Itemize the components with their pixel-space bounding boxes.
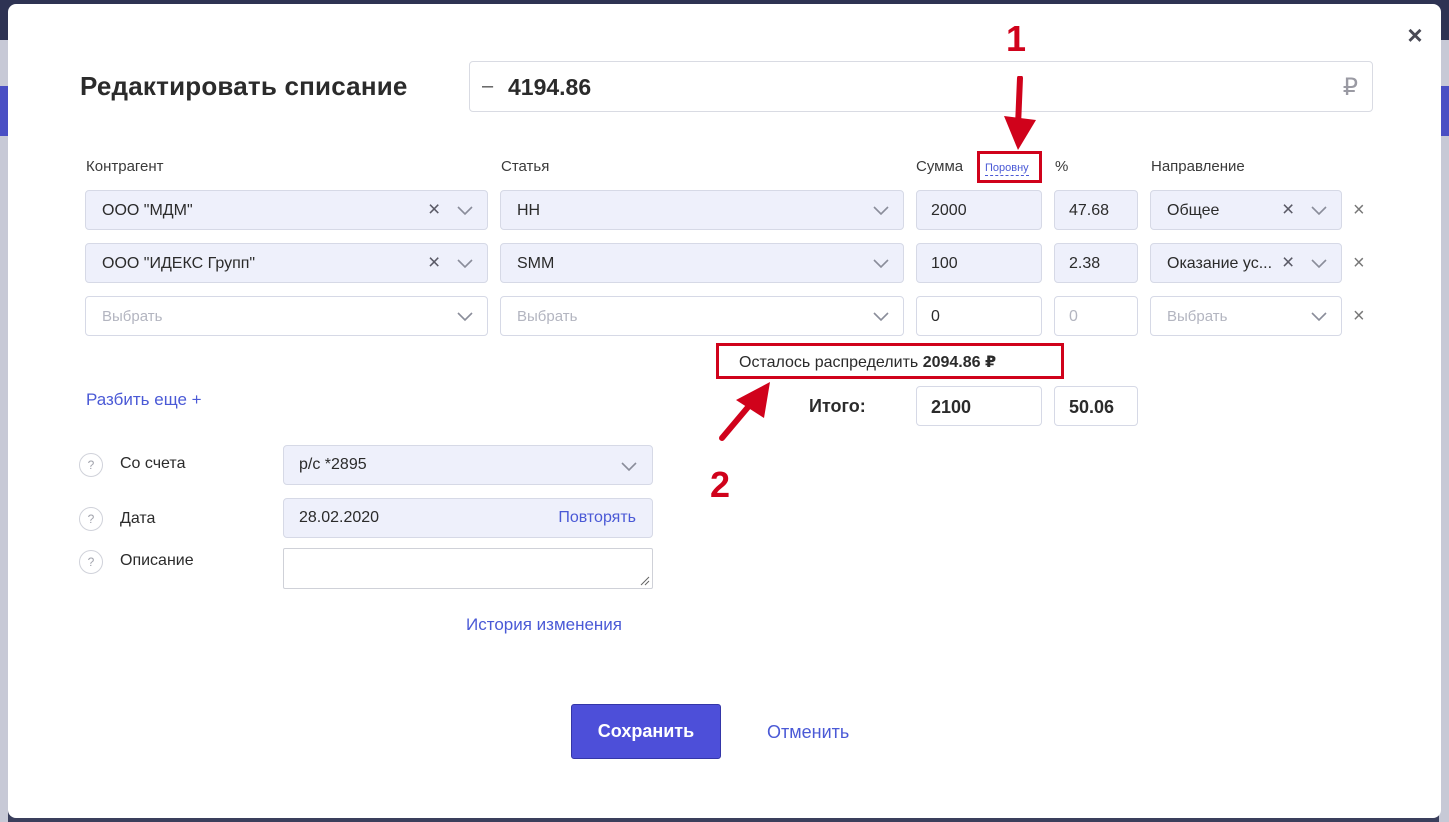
chevron-down-icon[interactable] [1310,254,1328,272]
counterparty-placeholder: Выбрать [102,308,163,325]
header-direction: Направление [1151,158,1245,175]
date-field[interactable]: 28.02.2020 Повторять [283,498,653,538]
date-label: Дата [120,510,156,527]
annotation-number-1: 1 [1006,18,1027,59]
sum-input[interactable]: 0 [916,296,1042,336]
direction-select[interactable]: Общее × [1150,190,1342,230]
chevron-down-icon[interactable] [872,254,890,272]
date-value: 28.02.2020 [299,509,380,526]
counterparty-value: ООО "МДМ" [102,202,193,219]
chevron-down-icon[interactable] [1310,201,1328,219]
question-icon[interactable]: ? [79,453,103,477]
remaining-value: 2094.86 ₽ [922,354,997,371]
account-select[interactable]: р/с *2895 [283,445,653,485]
annotation-arrow-down-icon [1004,76,1036,150]
percent-input[interactable]: 2.38 [1054,243,1138,283]
percent-input[interactable]: 47.68 [1054,190,1138,230]
article-select[interactable]: НН [500,190,904,230]
close-icon[interactable]: × [1402,22,1428,48]
chevron-down-icon[interactable] [456,201,474,219]
amount-field[interactable]: – 4194.86 ₽ [469,61,1373,112]
close-x-icon[interactable]: × [1282,251,1294,275]
chevron-down-icon[interactable] [456,254,474,272]
direction-value: Общее [1167,202,1220,219]
remove-row-icon[interactable]: × [1353,305,1365,328]
annotation-arrow-up-icon [719,382,770,441]
totals-label: Итого: [809,396,866,416]
remaining-label: Осталось распределить [739,354,919,371]
percent-input[interactable]: 0 [1054,296,1138,336]
counterparty-value: ООО "ИДЕКС Групп" [102,255,256,272]
minus-sign: – [482,75,494,97]
close-x-icon[interactable]: × [428,198,440,222]
total-sum: 2100 [916,386,1042,426]
save-button[interactable]: Сохранить [571,704,721,759]
edit-writeoff-dialog: × Редактировать списание – 4194.86 ₽ Кон… [8,4,1441,818]
account-value: р/с *2895 [299,456,367,473]
repeat-link[interactable]: Повторять [558,509,636,527]
percent-placeholder: 0 [1069,308,1078,325]
chevron-down-icon[interactable] [620,457,638,480]
chevron-down-icon[interactable] [872,201,890,219]
close-x-icon[interactable]: × [428,251,440,275]
chevron-down-icon[interactable] [872,307,890,325]
direction-value: Оказание ус... [1167,255,1273,272]
amount-value: 4194.86 [508,74,592,100]
sum-value: 2000 [931,202,967,219]
background-left [0,40,8,822]
sum-value: 0 [931,308,940,325]
account-label: Со счета [120,455,186,472]
ruble-icon: ₽ [1342,74,1358,101]
percent-value: 2.38 [1069,255,1101,272]
cancel-button[interactable]: Отменить [767,722,849,743]
equal-split-link[interactable]: Поровну [985,161,1029,176]
history-link[interactable]: История изменения [466,615,622,635]
direction-placeholder: Выбрать [1167,308,1228,325]
article-select[interactable]: SMM [500,243,904,283]
sum-value: 100 [931,255,958,272]
article-value: НН [517,202,541,219]
direction-select[interactable]: Оказание ус... × [1150,243,1342,283]
remaining-amount: Осталось распределить 2094.86 ₽ [739,352,996,372]
article-placeholder: Выбрать [517,308,578,325]
split-more-link[interactable]: Разбить еще + [86,390,202,410]
chevron-down-icon[interactable] [456,307,474,325]
percent-value: 47.68 [1069,202,1110,219]
close-x-icon[interactable]: × [1282,198,1294,222]
annotation-number-2: 2 [710,464,731,505]
sum-input[interactable]: 100 [916,243,1042,283]
header-counterparty: Контрагент [86,158,164,175]
sum-input[interactable]: 2000 [916,190,1042,230]
total-percent: 50.06 [1054,386,1138,426]
total-percent-value: 50.06 [1069,397,1115,417]
question-icon[interactable]: ? [79,507,103,531]
background-band [0,86,8,136]
direction-select[interactable]: Выбрать [1150,296,1342,336]
total-sum-value: 2100 [931,397,972,417]
article-select[interactable]: Выбрать [500,296,904,336]
counterparty-select[interactable]: Выбрать [85,296,488,336]
header-percent: % [1055,158,1069,175]
counterparty-select[interactable]: ООО "ИДЕКС Групп" × [85,243,488,283]
header-sum: Сумма [916,158,964,175]
header-article: Статья [501,158,550,175]
remove-row-icon[interactable]: × [1353,199,1365,222]
article-value: SMM [517,255,555,272]
description-textarea[interactable] [283,548,653,589]
resize-grip-icon[interactable] [640,576,650,586]
question-icon[interactable]: ? [79,550,103,574]
counterparty-select[interactable]: ООО "МДМ" × [85,190,488,230]
description-label: Описание [120,552,194,569]
dialog-title: Редактировать списание [80,71,408,101]
chevron-down-icon[interactable] [1310,307,1328,325]
remove-row-icon[interactable]: × [1353,252,1365,275]
